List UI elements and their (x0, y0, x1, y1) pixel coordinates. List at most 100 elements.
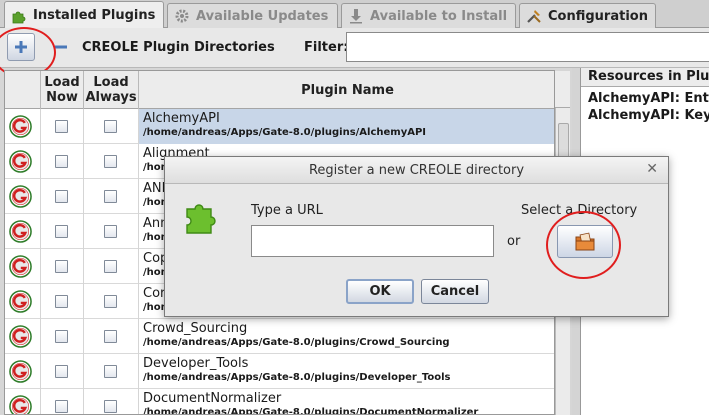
load-now-cell (41, 109, 84, 144)
dialog-title-bar: Register a new CREOLE directory ✕ (165, 157, 668, 184)
load-always-cell (84, 319, 139, 354)
plugin-name-cell: Crowd_Sourcing /home/andreas/Apps/Gate-8… (139, 319, 554, 354)
load-now-cell (41, 249, 84, 284)
load-now-cell (41, 389, 84, 414)
load-always-checkbox[interactable] (104, 155, 117, 168)
load-now-cell (41, 144, 84, 179)
close-icon[interactable]: ✕ (646, 161, 658, 177)
icon-cell (5, 389, 41, 414)
load-now-checkbox[interactable] (55, 400, 68, 413)
load-always-cell (84, 144, 139, 179)
load-now-checkbox[interactable] (55, 225, 68, 238)
puzzle-icon (186, 204, 216, 234)
tab-installed-plugins[interactable]: Installed Plugins (4, 1, 164, 29)
load-now-checkbox[interactable] (55, 190, 68, 203)
load-always-checkbox[interactable] (104, 190, 117, 203)
load-always-cell (84, 249, 139, 284)
load-always-checkbox[interactable] (104, 120, 117, 133)
load-now-checkbox[interactable] (55, 365, 68, 378)
ok-button[interactable]: OK (346, 279, 414, 304)
tools-icon (527, 10, 541, 23)
load-now-checkbox[interactable] (55, 120, 68, 133)
gate-logo-icon (9, 185, 32, 208)
icon-cell (5, 319, 41, 354)
plugin-name: Developer_Tools (143, 356, 249, 371)
plus-icon (15, 41, 27, 53)
load-always-checkbox[interactable] (104, 400, 117, 413)
load-now-cell (41, 179, 84, 214)
select-directory-label: Select a Directory (521, 203, 638, 218)
tab-available-to-install[interactable]: Available to Install (341, 3, 516, 28)
column-header-load-always[interactable]: Load Always (84, 71, 139, 109)
gate-logo-icon (9, 255, 32, 278)
puzzle-icon (12, 11, 26, 23)
tab-label: Available Updates (196, 8, 329, 24)
icon-cell (5, 109, 41, 144)
load-always-cell (84, 354, 139, 389)
load-now-cell (41, 284, 84, 319)
url-input[interactable] (251, 225, 494, 257)
table-row[interactable]: AlchemyAPI /home/andreas/Apps/Gate-8.0/p… (5, 109, 554, 144)
select-directory-button[interactable] (557, 225, 613, 258)
plugin-path: /home/andreas/Apps/Gate-8.0/plugins/Deve… (143, 372, 451, 383)
directories-title: CREOLE Plugin Directories (82, 40, 275, 55)
load-always-cell (84, 109, 139, 144)
icon-cell (5, 144, 41, 179)
plugin-name-cell: DocumentNormalizer /home/andreas/Apps/Ga… (139, 389, 554, 414)
icon-cell (5, 249, 41, 284)
tab-available-updates[interactable]: Available Updates (167, 3, 338, 28)
filter-input[interactable] (346, 32, 709, 62)
load-now-checkbox[interactable] (55, 155, 68, 168)
resource-item[interactable]: AlchemyAPI: Entity (588, 91, 709, 106)
load-always-checkbox[interactable] (104, 225, 117, 238)
load-always-checkbox[interactable] (104, 365, 117, 378)
cancel-button[interactable]: Cancel (421, 279, 489, 304)
column-header-icon[interactable] (5, 71, 41, 109)
gate-logo-icon (9, 150, 32, 173)
folder-icon (575, 232, 595, 250)
plugin-name: AlchemyAPI (143, 111, 220, 126)
resources-header: Resources in Plugin (581, 68, 709, 87)
icon-cell (5, 214, 41, 249)
column-header-plugin-name[interactable]: Plugin Name (139, 71, 554, 109)
url-label: Type a URL (251, 203, 323, 218)
add-directory-button[interactable] (7, 33, 35, 61)
scroll-corner (555, 71, 570, 108)
gear-icon (175, 9, 189, 23)
icon-cell (5, 354, 41, 389)
filter-label: Filter: (304, 40, 349, 55)
gate-logo-icon (9, 290, 32, 313)
table-header: Load Now Load Always Plugin Name (5, 71, 554, 109)
icon-cell (5, 284, 41, 319)
load-now-cell (41, 319, 84, 354)
column-header-load-now[interactable]: Load Now (41, 71, 84, 109)
resource-item[interactable]: AlchemyAPI: Keyword (588, 108, 709, 123)
table-row[interactable]: Developer_Tools /home/andreas/Apps/Gate-… (5, 354, 554, 389)
tab-label: Available to Install (370, 8, 508, 24)
table-row[interactable]: Crowd_Sourcing /home/andreas/Apps/Gate-8… (5, 319, 554, 354)
table-row[interactable]: DocumentNormalizer /home/andreas/Apps/Ga… (5, 389, 554, 414)
load-now-checkbox[interactable] (55, 330, 68, 343)
plugin-name: DocumentNormalizer (143, 391, 282, 406)
tab-label: Configuration (548, 8, 648, 24)
load-always-checkbox[interactable] (104, 260, 117, 273)
gate-logo-icon (9, 220, 32, 243)
toolbar: CREOLE Plugin Directories Filter: (0, 28, 709, 68)
dialog-title: Register a new CREOLE directory (308, 163, 525, 178)
icon-cell (5, 179, 41, 214)
plugin-name: Crowd_Sourcing (143, 321, 248, 336)
gate-logo-icon (9, 395, 32, 414)
load-now-cell (41, 354, 84, 389)
load-now-cell (41, 214, 84, 249)
tab-bar: Installed Plugins Available Updates Avai… (0, 0, 709, 29)
load-now-checkbox[interactable] (55, 295, 68, 308)
load-always-cell (84, 214, 139, 249)
download-icon (350, 9, 362, 24)
plugin-path: /home/andreas/Apps/Gate-8.0/plugins/Crow… (143, 337, 450, 348)
load-always-cell (84, 284, 139, 319)
load-now-checkbox[interactable] (55, 260, 68, 273)
load-always-checkbox[interactable] (104, 295, 117, 308)
remove-directory-button[interactable] (47, 33, 75, 61)
load-always-checkbox[interactable] (104, 330, 117, 343)
tab-configuration[interactable]: Configuration (519, 3, 656, 28)
